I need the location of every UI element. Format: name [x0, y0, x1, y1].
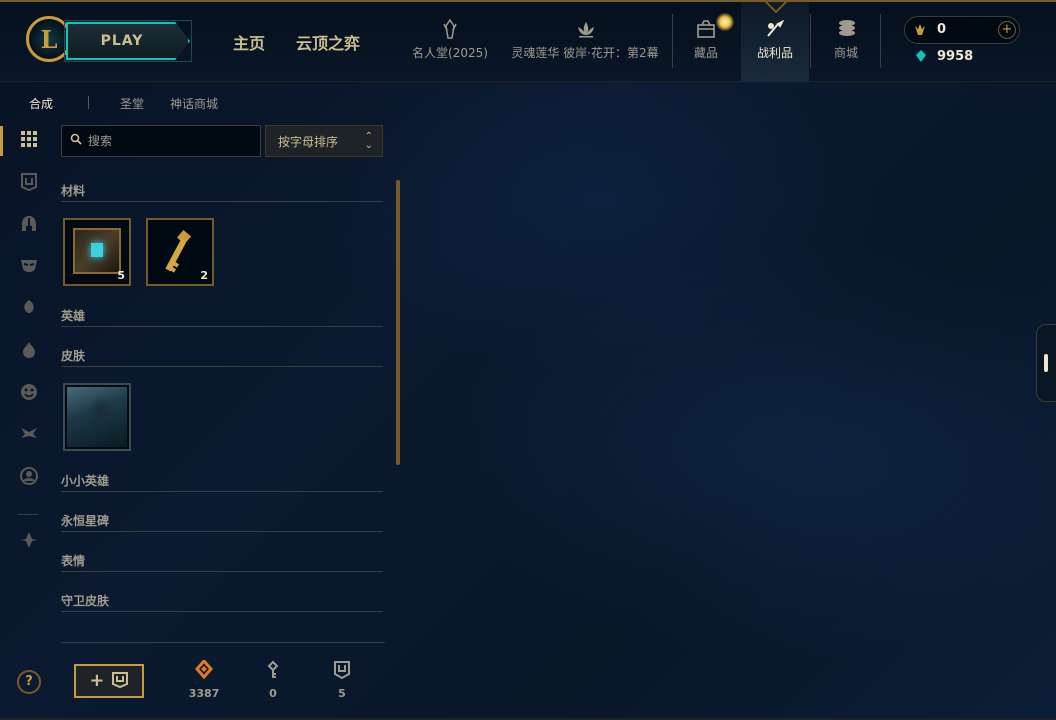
plus-icon: +	[89, 670, 105, 691]
orange-essence-stat: 3387	[184, 658, 224, 700]
nav-hall-of-fame[interactable]: 名人堂(2025)	[410, 18, 490, 61]
search-box[interactable]	[61, 125, 261, 157]
rp-amount: 0	[937, 22, 947, 37]
orange-essence-icon	[184, 658, 224, 682]
subtab-divider	[88, 96, 89, 109]
lotus-icon	[574, 18, 596, 40]
riot-points-icon	[912, 22, 928, 42]
hall-of-fame-icon	[439, 18, 461, 40]
help-button[interactable]: ?	[17, 670, 41, 694]
play-label: PLAY	[100, 33, 144, 49]
rail-divider	[18, 514, 38, 515]
list-scrollbar[interactable]	[396, 180, 400, 465]
subtab-mythic-shop[interactable]: 神话商城	[170, 95, 218, 112]
emote-filter-icon[interactable]	[18, 382, 40, 404]
chest-icon	[111, 672, 128, 689]
social-panel-toggle[interactable]	[1036, 324, 1056, 402]
chest-filter-icon[interactable]	[18, 172, 40, 194]
chest-count-stat: 5	[322, 660, 362, 700]
little-legend-filter-icon[interactable]	[18, 340, 40, 362]
hall-of-fame-label: 名人堂(2025)	[412, 46, 488, 60]
key-fragment-stat: 0	[253, 660, 293, 700]
orange-essence-value: 3387	[188, 687, 220, 700]
icon-filter-icon[interactable]	[18, 466, 40, 488]
section-title: 皮肤	[61, 349, 86, 363]
item-count: 5	[117, 269, 125, 282]
key-fragment-value: 0	[269, 687, 277, 700]
blue-essence-icon	[914, 49, 928, 67]
section-ward-skins: 守卫皮肤	[61, 590, 383, 612]
section-emotes: 表情	[61, 550, 383, 572]
store-label: 商城	[833, 46, 858, 60]
hextech-chest-image	[73, 228, 121, 274]
sort-dropdown[interactable]: 按字母排序 ⌃ ⌄	[265, 125, 383, 157]
section-materials: 材料	[61, 180, 383, 202]
hextech-key-image	[165, 229, 192, 273]
nav-spirit-blossom-event[interactable]: 灵魂莲华 彼岸·花开：第2幕	[507, 18, 663, 61]
footer-divider	[61, 642, 385, 643]
section-little-legends: 小小英雄	[61, 470, 383, 492]
skin-filter-icon[interactable]	[18, 256, 40, 278]
ward-filter-icon[interactable]	[18, 298, 40, 320]
blue-essence-amount: 9958	[937, 49, 974, 64]
section-title: 材料	[61, 184, 86, 198]
section-title: 表情	[61, 554, 86, 568]
loot-item-hextech-key[interactable]: 2	[146, 218, 214, 286]
section-title: 英雄	[61, 309, 86, 323]
active-tab-chevron-icon	[763, 0, 789, 14]
purchase-chest-button[interactable]: +	[74, 664, 144, 698]
skin-shard-image	[67, 387, 127, 447]
collection-icon	[695, 18, 717, 40]
section-eternals: 永恒星碑	[61, 510, 383, 532]
buy-rp-button[interactable]: +	[998, 21, 1016, 39]
chest-count-value: 5	[338, 687, 346, 700]
nav-tft[interactable]: 云顶之弈	[296, 30, 360, 54]
section-champions: 英雄	[61, 305, 383, 327]
rail-active-indicator	[0, 126, 3, 156]
section-skins: 皮肤	[61, 345, 383, 367]
champion-filter-icon[interactable]	[18, 214, 40, 236]
search-input[interactable]	[88, 130, 256, 152]
loot-item-hextech-chest[interactable]: 5	[63, 218, 131, 286]
search-icon	[70, 133, 82, 148]
key-fragment-icon	[253, 660, 293, 682]
subtab-crafting[interactable]: 合成	[29, 95, 53, 112]
item-count: 2	[200, 269, 208, 282]
eternals-filter-icon[interactable]	[18, 424, 40, 446]
loot-label: 战利品	[756, 46, 793, 60]
nav-divider	[810, 14, 811, 68]
logo-letter: L	[40, 24, 58, 54]
subtab-sanctum[interactable]: 圣堂	[120, 95, 144, 112]
nav-divider	[880, 14, 881, 68]
section-title: 小小英雄	[61, 474, 110, 488]
nav-loot[interactable]: 战利品	[752, 18, 798, 61]
sort-label: 按字母排序	[278, 135, 339, 149]
sort-chevron-icon: ⌃ ⌄	[364, 131, 373, 151]
nav-home[interactable]: 主页	[233, 30, 265, 54]
misc-filter-icon[interactable]	[18, 530, 40, 552]
collection-label: 藏品	[693, 46, 718, 60]
chest-count-icon	[322, 660, 362, 682]
nav-store[interactable]: 商城	[826, 18, 866, 61]
section-title: 守卫皮肤	[61, 594, 110, 608]
notification-glow	[716, 13, 734, 31]
store-icon	[835, 18, 857, 40]
loot-item-skin-shard[interactable]	[63, 383, 131, 451]
loot-icon	[764, 18, 786, 40]
section-title: 永恒星碑	[61, 514, 110, 528]
nav-divider	[672, 14, 673, 68]
spirit-blossom-label: 灵魂莲华 彼岸·花开：第2幕	[511, 46, 659, 60]
grid-icon[interactable]	[18, 130, 40, 152]
play-button[interactable]: PLAY	[66, 22, 190, 60]
